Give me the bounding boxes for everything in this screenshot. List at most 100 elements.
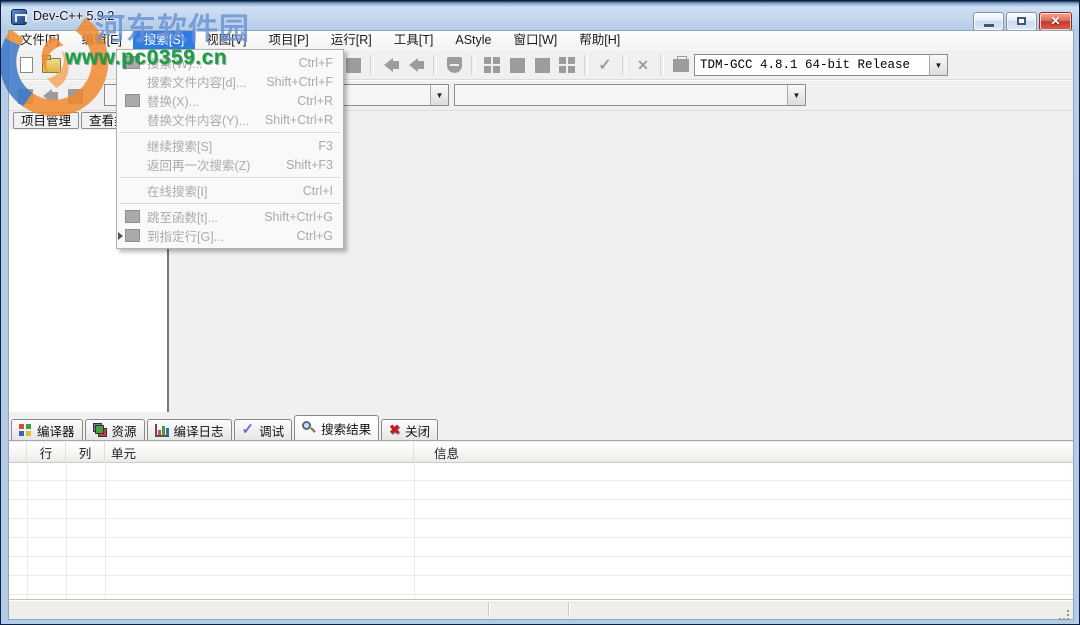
menu-item-find[interactable]: 搜索(W)... Ctrl+F — [117, 53, 343, 72]
close-file-icon — [346, 58, 361, 73]
menu-project[interactable]: 项目[P] — [257, 31, 319, 49]
undo-icon — [384, 58, 399, 72]
undo-button[interactable] — [380, 54, 402, 76]
maximize-button[interactable] — [1006, 12, 1037, 31]
app-icon — [11, 9, 27, 25]
minimize-button[interactable] — [973, 12, 1004, 31]
class-browser-combo[interactable]: ▼ — [454, 84, 806, 106]
maximize-icon — [1017, 17, 1026, 25]
menu-help[interactable]: 帮助[H] — [568, 31, 631, 49]
close-x-icon: ✖ — [389, 425, 400, 435]
menu-item-replace[interactable]: 替换(X)... Ctrl+R — [117, 91, 343, 110]
menu-separator — [117, 200, 343, 207]
minimize-icon — [984, 24, 994, 27]
column-header-unit[interactable]: 单元 — [105, 442, 414, 462]
abort-x-icon: ✕ — [637, 57, 649, 74]
profile-button[interactable] — [670, 54, 692, 76]
compile-log-chart-icon — [155, 424, 169, 437]
devcpp-window: Dev-C++ 5.9.2 ✕ 文件[F] 编辑[E] 搜索[S] 视图[V] … — [0, 0, 1080, 625]
menu-item-replace-in-files[interactable]: 替换文件内容(Y)... Shift+Ctrl+R — [117, 110, 343, 129]
stop-button[interactable] — [64, 85, 86, 107]
compile-run-button[interactable] — [531, 54, 553, 76]
column-header-line[interactable]: 行 — [27, 442, 66, 462]
compile-run-icon — [535, 58, 550, 73]
new-file-icon — [20, 57, 33, 73]
menu-separator — [117, 174, 343, 181]
toolbar-separator — [433, 55, 437, 75]
chevron-down-icon: ▼ — [787, 85, 805, 105]
goto-function-icon — [125, 210, 140, 223]
new-file-button[interactable] — [15, 54, 37, 76]
redo-button[interactable] — [405, 54, 427, 76]
status-separator — [488, 602, 490, 617]
find-icon — [125, 56, 140, 69]
tab-debug[interactable]: ✓ 调试 — [234, 419, 293, 440]
abort-button[interactable]: ✕ — [632, 54, 654, 76]
tab-search-results[interactable]: 搜索结果 — [294, 415, 379, 440]
column-header-stub — [9, 442, 27, 462]
debug-check-icon: ✓ — [242, 425, 255, 435]
menu-run[interactable]: 运行[R] — [320, 31, 383, 49]
chevron-down-icon: ▼ — [430, 85, 448, 105]
compiler-squares-icon — [19, 424, 32, 437]
results-table-body[interactable] — [9, 462, 1073, 598]
menu-tools[interactable]: 工具[T] — [383, 31, 445, 49]
open-file-button[interactable] — [40, 54, 62, 76]
menu-bar: 文件[F] 编辑[E] 搜索[S] 视图[V] 项目[P] 运行[R] 工具[T… — [9, 31, 1073, 49]
run-button[interactable] — [506, 54, 528, 76]
chevron-down-icon: ▼ — [929, 55, 947, 75]
column-header-col[interactable]: 列 — [66, 442, 105, 462]
check-icon: ✓ — [598, 55, 611, 75]
menu-window[interactable]: 窗口[W] — [503, 31, 569, 49]
menu-item-search-again[interactable]: 继续搜索[S] F3 — [117, 136, 343, 155]
menu-item-online-search[interactable]: 在线搜索[I] Ctrl+I — [117, 181, 343, 200]
open-folder-icon — [42, 58, 61, 73]
menu-edit[interactable]: 编辑[E] — [71, 31, 133, 49]
menu-item-goto-function[interactable]: 跳至函数[t]... Shift+Ctrl+G — [117, 207, 343, 226]
tab-resources[interactable]: 资源 — [85, 419, 145, 440]
tab-compile-log[interactable]: 编译日志 — [147, 419, 232, 440]
toolbar-separator — [660, 55, 664, 75]
column-header-info[interactable]: 信息 — [414, 442, 1073, 462]
menu-file[interactable]: 文件[F] — [9, 31, 71, 49]
menu-view[interactable]: 视图[V] — [195, 31, 257, 49]
resize-grip[interactable] — [1057, 604, 1069, 616]
menu-astyle[interactable]: AStyle — [444, 31, 502, 49]
debug-shield-button[interactable] — [443, 54, 465, 76]
menu-item-goto-line[interactable]: 到指定行[G]... Ctrl+G — [117, 226, 343, 245]
forward-icon — [43, 89, 58, 103]
status-separator — [568, 602, 570, 617]
results-table-header: 行 列 单元 信息 — [9, 442, 1073, 463]
forward-button[interactable] — [39, 85, 61, 107]
profile-icon — [673, 59, 689, 72]
back-button[interactable] — [14, 85, 36, 107]
menu-search[interactable]: 搜索[S] — [133, 31, 195, 49]
compiler-select-combo[interactable]: TDM-GCC 4.8.1 64-bit Release ▼ — [694, 54, 948, 76]
rebuild-all-icon — [559, 57, 575, 73]
close-button[interactable]: ✕ — [1039, 12, 1072, 31]
goto-line-icon — [125, 229, 140, 242]
run-icon — [510, 58, 525, 73]
compile-icon — [484, 57, 500, 73]
back-icon — [18, 89, 33, 104]
toolbar-separator — [584, 55, 588, 75]
status-bar — [9, 599, 1073, 619]
compile-button[interactable] — [481, 54, 503, 76]
close-file-button[interactable] — [342, 54, 364, 76]
tab-project-manager[interactable]: 项目管理 — [13, 112, 79, 129]
menu-item-find-in-files[interactable]: 搜索文件内容[d]... Shift+Ctrl+F — [117, 72, 343, 91]
search-results-magnifier-icon — [302, 421, 316, 435]
menu-item-search-again-backwards[interactable]: 返回再一次搜索(Z) Shift+F3 — [117, 155, 343, 174]
redo-icon — [409, 58, 424, 72]
title-bar[interactable]: Dev-C++ 5.9.2 ✕ — [1, 1, 1079, 31]
toolbar-separator — [622, 55, 626, 75]
shield-icon — [447, 57, 462, 73]
tab-compiler[interactable]: 编译器 — [11, 419, 83, 440]
toolbar-separator — [370, 55, 374, 75]
toolbar-separator — [471, 55, 475, 75]
replace-icon — [125, 94, 140, 107]
rebuild-all-button[interactable] — [556, 54, 578, 76]
stop-icon — [68, 89, 83, 104]
syntax-check-button[interactable]: ✓ — [594, 54, 616, 76]
tab-close[interactable]: ✖ 关闭 — [381, 419, 438, 440]
